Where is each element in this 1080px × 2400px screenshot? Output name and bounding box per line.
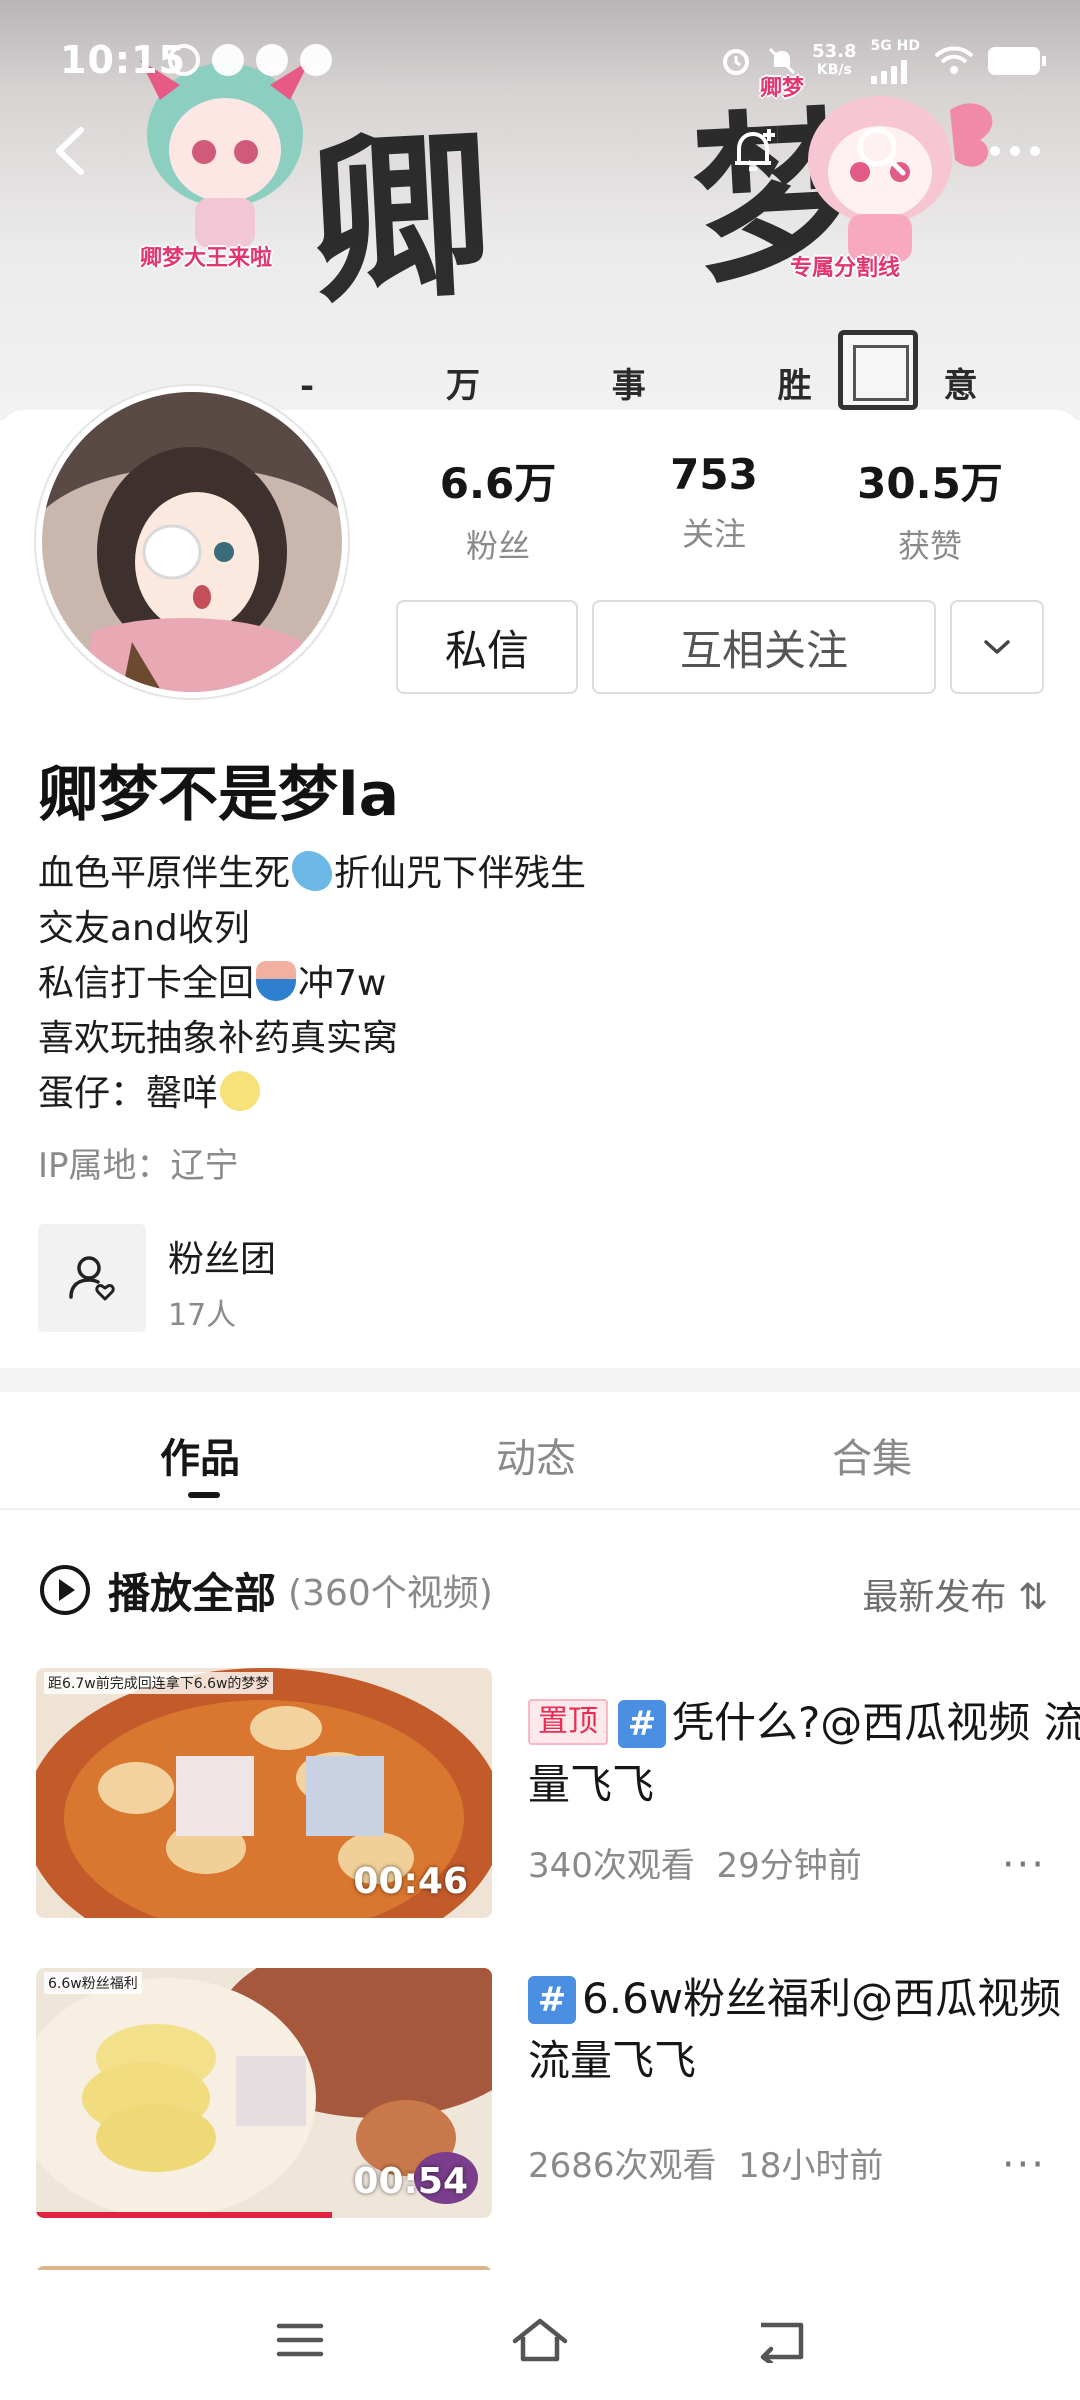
expand-button[interactable] <box>950 600 1044 694</box>
hashtag-icon: # <box>618 1700 666 1748</box>
more-dots-icon <box>990 146 1040 156</box>
bowl-emoji-icon <box>256 961 297 1001</box>
home-button[interactable] <box>510 2310 570 2370</box>
back-button[interactable] <box>36 116 106 186</box>
ip-location: IP属地：辽宁 <box>38 1146 239 1186</box>
battery-icon <box>988 47 1046 75</box>
message-button[interactable]: 私信 <box>396 600 578 694</box>
pinned-badge: 置顶 <box>528 1699 608 1745</box>
fan-group-title[interactable]: 粉丝团 <box>168 1230 276 1282</box>
status-notification-icons <box>168 44 332 76</box>
moon-face-emoji-icon <box>220 1071 261 1111</box>
fan-group-count: 17人 <box>168 1298 237 1333</box>
video-title[interactable]: 置顶 # 凭什么?@西瓜视频 流量飞飞 <box>528 1692 1080 1816</box>
video-more-icon[interactable]: ··· <box>1002 1842 1046 1888</box>
system-nav-bar <box>0 2270 1080 2400</box>
back-arrow-icon <box>56 127 84 175</box>
status-system-icons: 53.8 KB/s 5G HD <box>720 38 1046 84</box>
message-icon <box>212 44 244 76</box>
seal-stamp <box>838 330 918 410</box>
sync-icon <box>168 44 200 76</box>
wechat-icon <box>256 44 288 76</box>
section-divider <box>0 1368 1080 1392</box>
video-meta: 2686次观看 18小时前 <box>528 2146 884 2186</box>
bio-line-3: 私信打卡全回 冲7w <box>38 961 387 1004</box>
menu-icon <box>276 2323 324 2357</box>
sticker-right-caption: 专属分割线 <box>790 256 901 281</box>
sticker-left-caption: 卿梦大王来啦 <box>140 246 273 271</box>
video-thumbnail[interactable]: 6.6w粉丝福利 00:54 <box>36 1968 492 2218</box>
video-title[interactable]: #6.6w粉丝福利@西瓜视频 流量飞飞 <box>528 1968 1080 2092</box>
search-icon <box>857 127 906 176</box>
thumbnail-caption: 距6.7w前完成回连拿下6.6w的梦梦 <box>44 1672 274 1694</box>
video-meta: 340次观看 29分钟前 <box>528 1846 862 1886</box>
profile-card: 6.6万 粉丝 753 关注 30.5万 获赞 私信 互相关注 卿梦不是梦la … <box>0 386 1080 1370</box>
stat-likes[interactable]: 30.5万 获赞 <box>822 450 1038 567</box>
play-all-row[interactable]: 播放全部 (360个视频) 最新发布 ⇅ <box>38 1560 1048 1620</box>
video-duration: 00:54 <box>353 2161 468 2202</box>
stat-following[interactable]: 753 关注 <box>606 450 822 567</box>
hashtag-icon: # <box>528 1976 576 2024</box>
more-button[interactable] <box>980 116 1050 186</box>
video-more-icon[interactable]: ··· <box>1002 2142 1046 2188</box>
mute-icon <box>769 47 796 75</box>
video-thumbnail[interactable]: 距6.7w前完成回连拿下6.6w的梦梦 00:46 <box>36 1668 492 1918</box>
fan-group-icon <box>69 1256 115 1301</box>
chevron-down-icon <box>984 640 1010 654</box>
search-button[interactable] <box>846 116 916 186</box>
mutual-follow-button[interactable]: 互相关注 <box>592 600 936 694</box>
banner-subtitle: - 万 事 胜 意 - <box>300 366 1038 406</box>
menu-button[interactable] <box>270 2310 330 2370</box>
watch-progress-bar <box>36 2212 333 2218</box>
tab-activity[interactable]: 动态 <box>496 1426 576 1484</box>
tab-collections[interactable]: 合集 <box>832 1426 912 1484</box>
play-circle-icon <box>40 1565 90 1615</box>
alarm-icon <box>723 49 750 75</box>
notify-button[interactable] <box>718 116 788 186</box>
profile-stats: 6.6万 粉丝 753 关注 30.5万 获赞 <box>390 450 1080 567</box>
stat-followers[interactable]: 6.6万 粉丝 <box>390 450 606 567</box>
video-item[interactable]: 距6.7w前完成回连拿下6.6w的梦梦 00:46 置顶 # 凭什么?@西瓜视频 流… <box>36 1668 1080 1918</box>
bio-line-5: 蛋仔：罄咩 <box>38 1066 586 1121</box>
net-speed: 53.8 KB/s <box>812 41 857 79</box>
sort-dropdown[interactable]: 最新发布 ⇅ <box>862 1568 1048 1620</box>
home-icon <box>512 2318 568 2362</box>
video-app-icon <box>300 44 332 76</box>
tab-works[interactable]: 作品 <box>160 1426 240 1484</box>
bell-plus-icon <box>735 129 775 171</box>
bio-line-2: 交友and收列 <box>38 908 250 949</box>
tab-indicator <box>188 1492 220 1498</box>
video-count: (360个视频) <box>288 1573 493 1614</box>
return-icon <box>760 2322 804 2363</box>
play-all-label: 播放全部 <box>108 1568 277 1618</box>
profile-name: 卿梦不是梦la <box>38 760 400 830</box>
content-tabs: 作品 动态 合集 <box>0 1392 1080 1510</box>
thumbnail-caption: 6.6w粉丝福利 <box>44 1972 142 1994</box>
bio-line-4: 喜欢玩抽象补药真实窝 <box>38 1018 399 1059</box>
fan-group-button[interactable] <box>38 1224 146 1332</box>
back-nav-button[interactable] <box>752 2310 812 2370</box>
avatar[interactable] <box>36 386 348 698</box>
cellular-signal: 5G HD <box>870 38 920 84</box>
status-bar: 10:15 53.8 KB/s 5G HD <box>0 0 1080 120</box>
whale-emoji-icon <box>292 851 333 891</box>
profile-bio: 血色平原伴生死 折仙咒下伴残生 交友and收列 私信打卡全回 冲7w 喜欢玩抽象补药… <box>38 846 586 1121</box>
video-duration: 00:46 <box>353 1861 468 1902</box>
wifi-icon <box>934 46 974 74</box>
video-item[interactable]: 6.6w粉丝福利 00:54 #6.6w粉丝福利@西瓜视频 流量飞飞 2686次… <box>36 1968 1061 2218</box>
bio-line-1: 血色平原伴生死 折仙咒下伴残生 <box>38 851 587 894</box>
